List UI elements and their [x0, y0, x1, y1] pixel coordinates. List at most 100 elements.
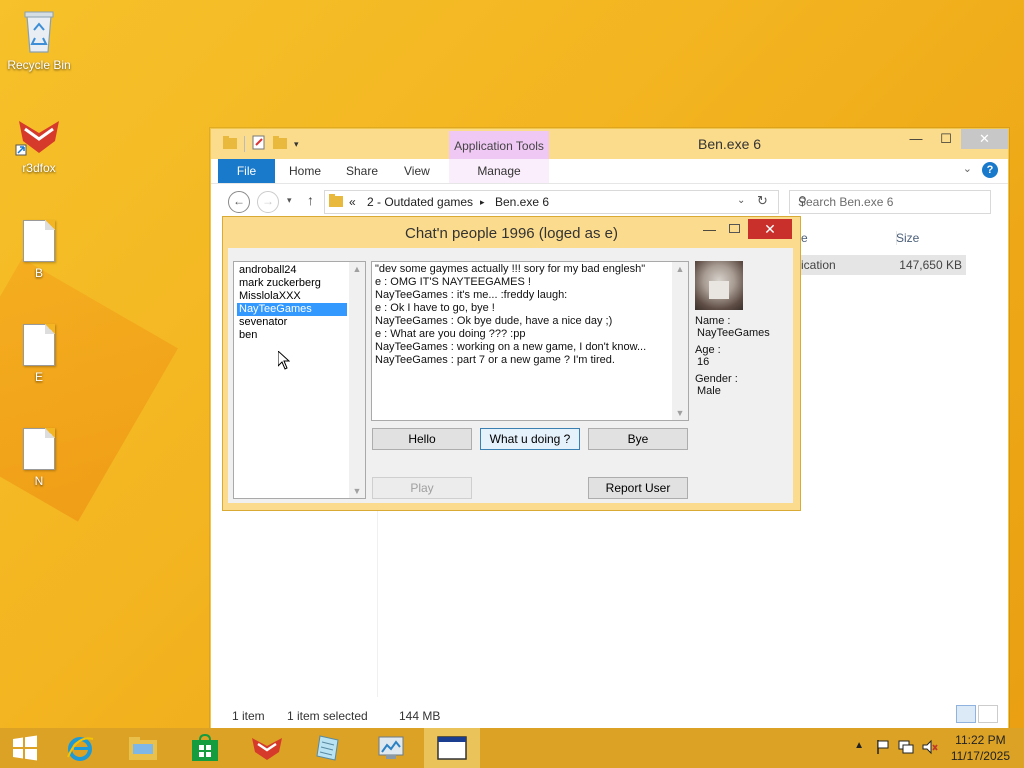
file-explorer-icon [129, 737, 157, 760]
minimize-button[interactable]: — [901, 129, 931, 149]
chat-close-button[interactable]: ✕ [748, 219, 792, 239]
mouse-cursor-icon [277, 349, 291, 373]
volume-muted-icon[interactable] [922, 739, 938, 758]
breadcrumb-separator[interactable]: ▸ [480, 197, 485, 208]
quick-access-toolbar: ▾ [223, 135, 299, 153]
expand-ribbon-icon[interactable]: ⌄ [963, 162, 972, 175]
explorer-titlebar[interactable]: ▾ Application Tools Ben.exe 6 — ☐ ✕ [211, 129, 1008, 159]
details-view-icon[interactable] [956, 705, 976, 723]
show-hidden-icons-icon[interactable]: ▲ [854, 740, 864, 751]
chat-message: NayTeeGames : Ok bye dude, have a nice d… [375, 315, 613, 327]
column-type-header[interactable]: e [801, 231, 808, 245]
user-list[interactable]: androball24 mark zuckerberg MisslolaXXX … [233, 261, 366, 499]
tab-share[interactable]: Share [346, 159, 378, 183]
r3dfox-icon [15, 115, 63, 157]
profile-name-value: NayTeeGames [697, 327, 770, 339]
back-button[interactable]: ← [228, 191, 250, 213]
r3dfox-icon [252, 738, 282, 760]
tab-file[interactable]: File [218, 159, 275, 183]
file-row[interactable]: ication 147,650 KB [801, 255, 966, 275]
chat-window[interactable]: Chat'n people 1996 (loged as e) — ✕ andr… [222, 216, 801, 511]
taskbar-notepad[interactable] [301, 728, 357, 768]
user-list-scrollbar[interactable]: ▲ ▼ [349, 262, 365, 498]
user-list-item[interactable]: androball24 [237, 264, 299, 277]
taskbar-control-panel[interactable] [363, 728, 419, 768]
breadcrumb-outdated-games[interactable]: 2 - Outdated games [367, 195, 473, 209]
desktop-icon-label: B [34, 266, 43, 280]
profile-name-label: Name : [695, 315, 731, 327]
window-title: Ben.exe 6 [698, 136, 762, 152]
file-icon [23, 220, 55, 262]
tab-home[interactable]: Home [289, 159, 321, 183]
breadcrumb-current[interactable]: Ben.exe 6 [495, 195, 549, 209]
tab-view[interactable]: View [404, 159, 430, 183]
chat-message: e : What are you doing ??? :pp [375, 328, 526, 340]
taskbar-r3dfox[interactable] [239, 728, 295, 768]
search-box[interactable]: Search Ben.exe 6 ⚲ [789, 190, 991, 214]
user-list-item[interactable]: ben [237, 329, 259, 342]
help-icon[interactable]: ? [982, 162, 998, 178]
refresh-icon[interactable]: ↻ [757, 193, 768, 209]
status-item-count: 1 item [232, 709, 265, 723]
desktop-icon-n[interactable]: N [1, 428, 77, 488]
store-icon [192, 734, 218, 761]
chat-client-area: androball24 mark zuckerberg MisslolaXXX … [228, 248, 793, 503]
tab-manage[interactable]: Manage [449, 159, 549, 183]
desktop-icon-label: Recycle Bin [7, 58, 71, 72]
report-user-button[interactable]: Report User [588, 477, 688, 499]
address-overflow[interactable]: « [349, 195, 356, 209]
chat-maximize-button[interactable] [729, 224, 740, 233]
chat-message: e : OMG IT'S NAYTEEGAMES ! [375, 276, 531, 288]
message-history[interactable]: "dev some gaymes actually !!! sory for m… [371, 261, 689, 421]
clock-date: 11/17/2025 [950, 749, 1010, 763]
scroll-up-icon[interactable]: ▲ [349, 264, 365, 274]
forward-button[interactable]: → [257, 191, 279, 213]
what-u-doing-button[interactable]: What u doing ? [480, 428, 580, 450]
address-bar[interactable]: « 2 - Outdated games ▸ Ben.exe 6 ⌄ ↻ [324, 190, 779, 214]
network-icon[interactable] [898, 739, 914, 758]
chat-minimize-button[interactable]: — [703, 222, 716, 237]
taskbar-store[interactable] [177, 728, 233, 768]
column-size-header[interactable]: Size [896, 231, 919, 245]
scroll-down-icon[interactable]: ▼ [672, 408, 688, 418]
user-list-item[interactable]: MisslolaXXX [237, 290, 303, 303]
user-list-item[interactable]: sevenator [237, 316, 289, 329]
new-folder-icon[interactable] [273, 136, 287, 152]
desktop-icon-e[interactable]: E [1, 324, 77, 384]
bye-button[interactable]: Bye [588, 428, 688, 450]
play-button[interactable]: Play [372, 477, 472, 499]
desktop-icon-recycle-bin[interactable]: Recycle Bin [1, 8, 77, 72]
desktop-icon-r3dfox[interactable]: r3dfox [1, 115, 77, 175]
taskbar-app-window[interactable] [424, 728, 480, 768]
hello-button[interactable]: Hello [372, 428, 472, 450]
scroll-down-icon[interactable]: ▼ [349, 486, 365, 496]
notepad-icon [316, 735, 339, 761]
address-dropdown-icon[interactable]: ⌄ [737, 195, 745, 206]
recent-locations-icon[interactable]: ▾ [287, 195, 292, 206]
control-panel-icon [378, 736, 404, 759]
chat-message: "dev some gaymes actually !!! sory for m… [375, 263, 646, 275]
properties-icon[interactable] [252, 135, 266, 153]
maximize-button[interactable]: ☐ [931, 129, 961, 149]
chat-message: NayTeeGames : part 7 or a new game ? I'm… [375, 354, 615, 366]
taskbar-internet-explorer[interactable] [52, 728, 108, 768]
taskbar-file-explorer[interactable] [115, 728, 171, 768]
search-icon[interactable]: ⚲ [798, 194, 982, 208]
user-list-item[interactable]: mark zuckerberg [237, 277, 323, 290]
up-button[interactable]: ↑ [307, 192, 314, 208]
scroll-up-icon[interactable]: ▲ [672, 264, 688, 274]
clock-time: 11:22 PM [955, 733, 1006, 747]
profile-gender-label: Gender : [695, 373, 738, 385]
close-button[interactable]: ✕ [961, 129, 1008, 149]
ribbon-tabs: File Home Share View Manage ⌄ ? [211, 159, 1008, 184]
desktop-icon-b[interactable]: B [1, 220, 77, 280]
message-scrollbar[interactable]: ▲ ▼ [672, 262, 688, 420]
clock[interactable]: 11:22 PM 11/17/2025 [951, 732, 1010, 764]
internet-explorer-icon [67, 737, 94, 761]
user-list-item-selected[interactable]: NayTeeGames [237, 303, 347, 316]
large-icons-view-icon[interactable] [978, 705, 998, 723]
customize-qat-icon[interactable]: ▾ [294, 139, 299, 150]
start-button[interactable] [0, 728, 50, 768]
app-window-icon [437, 736, 467, 760]
action-center-flag-icon[interactable] [876, 739, 890, 758]
